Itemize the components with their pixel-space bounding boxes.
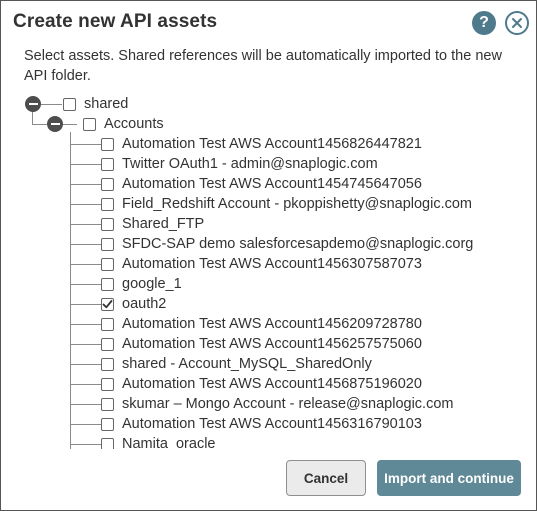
- tree-item[interactable]: Automation Test AWS Account1454745647056: [101, 174, 422, 194]
- tree-item-checkbox[interactable]: [101, 257, 114, 271]
- tree-item-checkbox[interactable]: [101, 157, 114, 171]
- help-icon[interactable]: ?: [472, 11, 496, 35]
- tree-item-checkbox[interactable]: [101, 357, 114, 371]
- tree-connector: [70, 184, 101, 185]
- tree-item-label: google_1: [122, 276, 182, 292]
- tree-connector: [70, 144, 101, 145]
- tree-connector: [70, 364, 101, 365]
- tree-item[interactable]: skumar – Mongo Account - release@snaplog…: [101, 394, 453, 414]
- tree-connector: [70, 132, 71, 449]
- tree-item-checkbox[interactable]: [101, 377, 114, 391]
- tree-connector: [70, 244, 101, 245]
- tree-node-shared[interactable]: shared: [63, 94, 128, 114]
- tree-item[interactable]: Twitter OAuth1 - admin@snaplogic.com: [101, 154, 378, 174]
- tree-item-checkbox[interactable]: [101, 337, 114, 351]
- tree-item-checkbox[interactable]: [101, 297, 114, 311]
- tree-node-accounts[interactable]: Accounts: [83, 114, 164, 134]
- tree-connector: [70, 384, 101, 385]
- tree-item[interactable]: SFDC-SAP demo salesforcesapdemo@snaplogi…: [101, 234, 473, 254]
- tree-item-checkbox[interactable]: [101, 217, 114, 231]
- tree-item-checkbox[interactable]: [101, 197, 114, 211]
- tree-item-label: Automation Test AWS Account1456316790103: [122, 416, 422, 432]
- tree-connector: [62, 124, 77, 125]
- create-api-assets-dialog: Create new API assets ? Select assets. S…: [0, 0, 537, 511]
- tree-item[interactable]: google_1: [101, 274, 182, 294]
- tree-connector: [32, 124, 47, 125]
- tree-connector: [70, 164, 101, 165]
- tree-item-label: Automation Test AWS Account1456875196020: [122, 376, 422, 392]
- tree-item[interactable]: Automation Test AWS Account1456257575060: [101, 334, 422, 354]
- tree-item-label: Field_Redshift Account - pkoppishetty@sn…: [122, 196, 473, 212]
- tree-item[interactable]: Automation Test AWS Account1456307587073: [101, 254, 422, 274]
- tree-item-checkbox[interactable]: [101, 177, 114, 191]
- tree-item-label: Automation Test AWS Account1456257575060: [122, 336, 422, 352]
- checkbox-accounts[interactable]: [83, 117, 96, 131]
- tree-connector: [70, 404, 101, 405]
- tree-connector: [70, 224, 101, 225]
- tree-item-label: oauth2: [122, 296, 167, 312]
- cancel-button[interactable]: Cancel: [286, 460, 366, 496]
- import-and-continue-button[interactable]: Import and continue: [377, 460, 521, 496]
- tree-item[interactable]: Automation Test AWS Account1456826447821: [101, 134, 422, 154]
- tree-item-label: Shared_FTP: [122, 216, 205, 232]
- tree-connector: [70, 284, 101, 285]
- tree-connector: [70, 424, 101, 425]
- tree-item-checkbox[interactable]: [101, 437, 114, 449]
- tree-item-checkbox[interactable]: [101, 317, 114, 331]
- checkbox-shared[interactable]: [63, 97, 76, 111]
- dialog-description: Select assets. Shared references will be…: [24, 48, 502, 84]
- tree-connector: [70, 264, 101, 265]
- tree-item-checkbox[interactable]: [101, 397, 114, 411]
- tree-item-label: skumar – Mongo Account - release@snaplog…: [122, 396, 454, 412]
- tree-item-checkbox[interactable]: [101, 277, 114, 291]
- tree-item[interactable]: Namita_oracle: [101, 434, 216, 449]
- tree-connector: [70, 204, 101, 205]
- tree-label-accounts: Accounts: [104, 116, 164, 132]
- collapse-accounts-icon[interactable]: [47, 116, 63, 132]
- tree-item-label: Automation Test AWS Account1456826447821: [122, 136, 422, 152]
- close-icon[interactable]: [505, 11, 529, 35]
- dialog-title: Create new API assets: [13, 11, 218, 32]
- tree-item-checkbox[interactable]: [101, 237, 114, 251]
- tree-connector: [70, 304, 101, 305]
- collapse-shared-icon[interactable]: [25, 96, 41, 112]
- tree-connector: [70, 324, 101, 325]
- tree-connector: [41, 104, 62, 105]
- tree-item-label: Twitter OAuth1 - admin@snaplogic.com: [122, 156, 378, 172]
- tree-connector: [70, 344, 101, 345]
- tree-item[interactable]: Shared_FTP: [101, 214, 204, 234]
- tree-item-label: Namita_oracle: [122, 436, 216, 449]
- tree-item-label: Automation Test AWS Account1456307587073: [122, 256, 422, 272]
- tree-item[interactable]: shared - Account_MySQL_SharedOnly: [101, 354, 372, 374]
- tree-item-label: SFDC-SAP demo salesforcesapdemo@snaplogi…: [122, 236, 474, 252]
- tree-item-label: Automation Test AWS Account1456209728780: [122, 316, 422, 332]
- tree-item-label: shared - Account_MySQL_SharedOnly: [122, 356, 372, 372]
- tree-item[interactable]: oauth2: [101, 294, 166, 314]
- close-x-glyph: [512, 18, 522, 28]
- tree-item[interactable]: Automation Test AWS Account1456316790103: [101, 414, 422, 434]
- tree-item[interactable]: Automation Test AWS Account1456209728780: [101, 314, 422, 334]
- tree-connector: [70, 444, 101, 445]
- tree-label-shared: shared: [84, 96, 129, 112]
- tree-item[interactable]: Automation Test AWS Account1456875196020: [101, 374, 422, 394]
- tree-item-label: Automation Test AWS Account1454745647056: [122, 176, 422, 192]
- tree-item[interactable]: Field_Redshift Account - pkoppishetty@sn…: [101, 194, 472, 214]
- asset-tree[interactable]: shared Accounts Automation Test AWS Acco…: [1, 94, 536, 449]
- tree-item-checkbox[interactable]: [101, 137, 114, 151]
- tree-item-checkbox[interactable]: [101, 417, 114, 431]
